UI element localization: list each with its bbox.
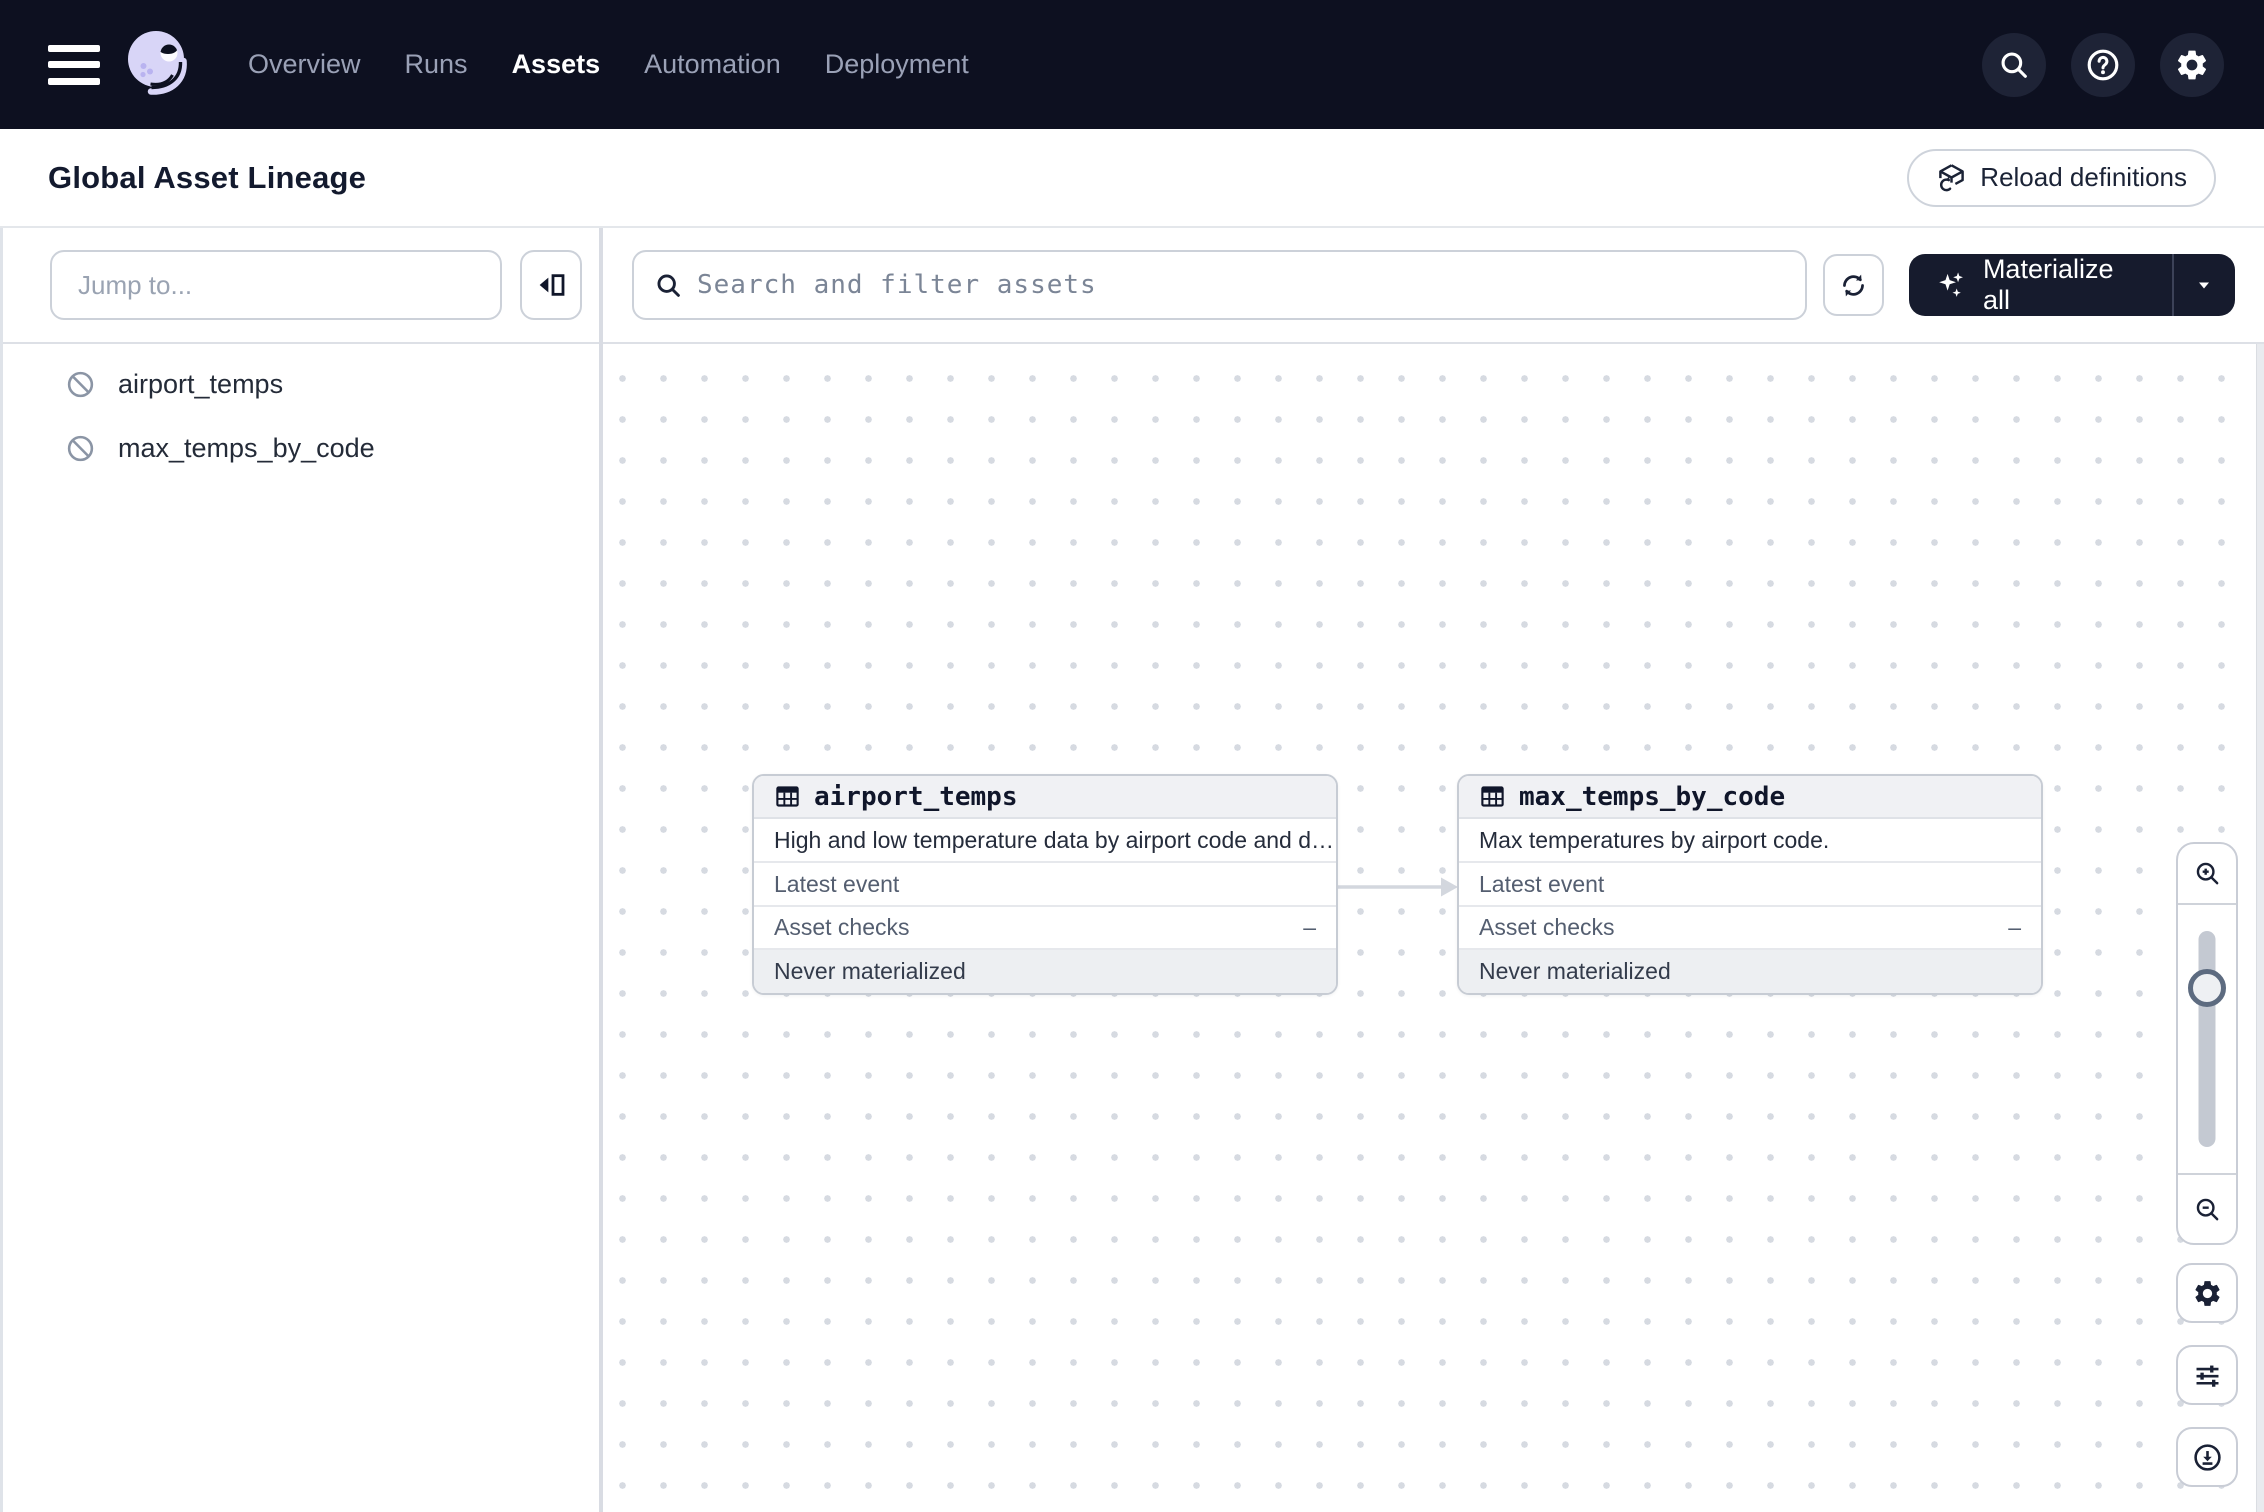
nav-item-overview[interactable]: Overview [248,49,361,80]
collapse-panel-icon [535,269,567,301]
hidden-asset-icon [65,433,96,464]
search-button[interactable] [1982,33,2046,97]
asset-node-header: max_temps_by_code [1459,776,2041,819]
asset-node-airport-temps[interactable]: airport_temps High and low temperature d… [752,774,1338,995]
nav-item-runs[interactable]: Runs [405,49,468,80]
asset-node-max-temps-by-code[interactable]: max_temps_by_code Max temperatures by ai… [1457,774,2043,995]
table-icon [1479,783,1506,810]
zoom-out-button[interactable] [2178,1173,2236,1243]
zoom-in-button[interactable] [2178,844,2236,905]
asset-checks-row: Asset checks – [754,907,1336,950]
graph-toolbar: Materialize all [603,228,2264,344]
zoom-controls [2176,842,2238,1245]
collapse-sidebar-button[interactable] [520,250,582,320]
sidebar-item-label: max_temps_by_code [118,433,375,464]
refresh-icon [1838,270,1869,301]
zoom-slider-thumb[interactable] [2188,969,2226,1007]
asset-checks-row: Asset checks – [1459,907,2041,950]
zoom-out-icon [2193,1195,2222,1224]
settings-button[interactable] [2160,33,2224,97]
page-header: Global Asset Lineage Reload definitions [0,129,2264,228]
top-nav: Overview Runs Assets Automation Deployme… [0,0,2264,129]
asset-description: High and low temperature data by airport… [754,819,1336,863]
sidebar-item-label: airport_temps [118,369,283,400]
reload-definitions-button[interactable]: Reload definitions [1907,149,2216,207]
latest-event-label: Latest event [1479,871,1604,898]
asset-search-box[interactable] [632,250,1807,320]
reload-definitions-label: Reload definitions [1980,162,2187,193]
asset-checks-value: – [2008,914,2021,941]
refresh-button[interactable] [1823,254,1884,316]
search-icon [654,271,683,300]
sparkles-icon [1935,268,1969,302]
asset-name: max_temps_by_code [1519,782,1785,812]
search-icon [1997,48,2031,82]
asset-node-header: airport_temps [754,776,1336,819]
zoom-slider-track[interactable] [2199,931,2216,1147]
page-title: Global Asset Lineage [48,160,366,196]
help-button[interactable] [2071,33,2135,97]
caret-down-icon [2192,273,2216,297]
settings-icon [2174,47,2210,83]
jump-to-input[interactable] [50,250,502,320]
latest-event-label: Latest event [774,871,899,898]
materialization-status: Never materialized [754,950,1336,993]
sidebar-item-max-temps-by-code[interactable]: max_temps_by_code [65,426,599,470]
asset-checks-label: Asset checks [1479,914,1615,941]
lineage-canvas[interactable]: airport_temps High and low temperature d… [603,344,2264,1512]
asset-description: Max temperatures by airport code. [1459,819,2041,863]
materialize-all-button[interactable]: Materialize all [1909,254,2171,316]
nav-item-automation[interactable]: Automation [644,49,781,80]
primary-nav: Overview Runs Assets Automation Deployme… [248,49,969,80]
dagster-logo[interactable] [122,28,196,102]
asset-search-input[interactable] [697,270,1785,300]
zoom-in-icon [2193,859,2222,888]
asset-checks-label: Asset checks [774,914,910,941]
sidebar-asset-list: airport_temps max_temps_by_code [3,344,599,490]
materialize-options-button[interactable] [2172,254,2235,316]
filter-icon [2192,1360,2223,1391]
reload-icon [1936,162,1967,193]
download-image-button[interactable] [2176,1427,2238,1487]
materialize-all-label: Materialize all [1983,254,2146,316]
sidebar-toolbar [3,228,599,344]
hidden-asset-icon [65,369,96,400]
latest-event-row: Latest event [754,863,1336,906]
download-icon [2192,1442,2223,1473]
lineage-edge [1338,867,1460,907]
menu-icon[interactable] [48,45,100,85]
materialization-status: Never materialized [1459,950,2041,993]
scrollbar[interactable] [2256,344,2264,1512]
latest-event-row: Latest event [1459,863,2041,906]
asset-sidebar: airport_temps max_temps_by_code [3,228,603,1512]
asset-checks-value: – [1303,914,1316,941]
asset-name: airport_temps [814,782,1018,812]
graph-settings-button[interactable] [2176,1263,2238,1323]
materialize-all-split-button: Materialize all [1909,254,2235,316]
table-icon [774,783,801,810]
settings-icon [2192,1278,2223,1309]
nav-item-assets[interactable]: Assets [512,49,601,80]
nav-item-deployment[interactable]: Deployment [825,49,969,80]
help-icon [2085,47,2121,83]
graph-filter-button[interactable] [2176,1345,2238,1405]
zoom-slider[interactable] [2178,905,2236,1173]
sidebar-item-airport-temps[interactable]: airport_temps [65,362,599,406]
